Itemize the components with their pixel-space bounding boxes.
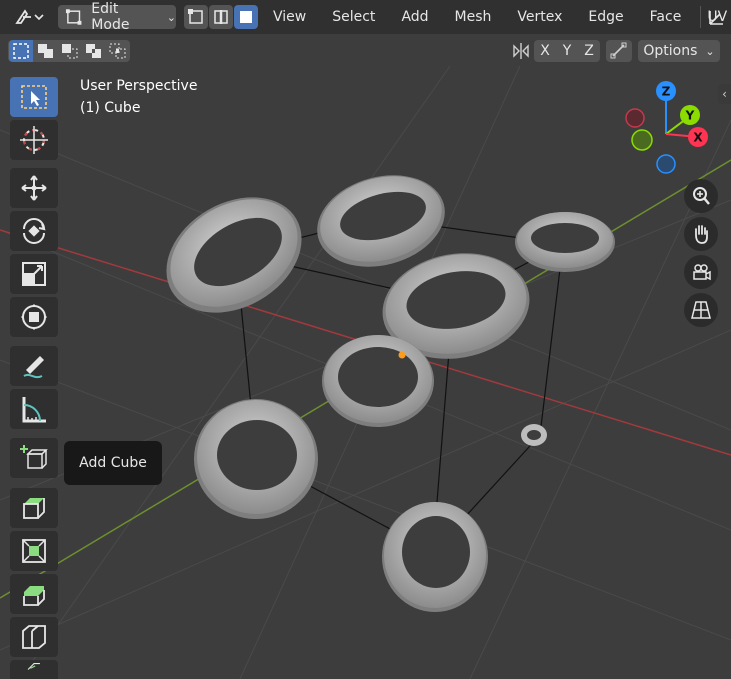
tool-measure[interactable] (10, 389, 58, 429)
move-icon (21, 175, 47, 201)
tool-move[interactable] (10, 168, 58, 208)
mirror-x-button[interactable]: X (534, 40, 556, 62)
menu-view[interactable]: View (265, 9, 314, 25)
transform-pivot-icon[interactable] (706, 7, 726, 27)
select-intersect-icon[interactable] (106, 40, 130, 62)
origin-dot (398, 351, 406, 359)
menu-edge[interactable]: Edge (570, 9, 631, 25)
menu-face[interactable]: Face (632, 9, 690, 25)
vertex-select-button[interactable] (184, 5, 208, 29)
tooltip-text: Add Cube (79, 455, 147, 471)
mirror-y-button[interactable]: Y (556, 40, 578, 62)
tool-loop-cut[interactable] (10, 617, 58, 657)
zoom-icon (693, 187, 710, 205)
object-name: (1) Cube (80, 100, 141, 116)
select-new-icon (13, 43, 29, 59)
knife-icon (27, 663, 40, 670)
tool-scale[interactable] (10, 254, 58, 294)
chevron-down-icon: ⌄ (705, 44, 715, 58)
tool-cursor[interactable] (10, 120, 58, 160)
header-menus: View Select Add Mesh Vertex Edge Face UV (265, 9, 731, 25)
inset-icon (22, 539, 46, 563)
select-new-button[interactable] (9, 40, 33, 62)
edge-mode-icon (214, 10, 228, 24)
torus-1 (166, 197, 302, 313)
extrude-icon (23, 498, 45, 519)
loop-cut-icon (22, 625, 46, 649)
tool-bevel[interactable] (10, 574, 58, 614)
snap-icon (610, 42, 627, 59)
gizmo-neg-y (631, 129, 653, 151)
chevron-down-icon: ⌄ (166, 10, 176, 24)
sidebar-toggle[interactable]: ‹ (718, 84, 731, 104)
options-dropdown[interactable]: Options ⌄ (638, 40, 720, 62)
gizmo-neg-x (625, 108, 645, 128)
torus-5 (322, 335, 434, 427)
tool-annotate[interactable] (10, 346, 58, 386)
gizmo-y-label: Y (685, 109, 695, 123)
camera-view-button[interactable] (684, 255, 718, 289)
face-select-button[interactable] (234, 5, 258, 29)
torus-objects (166, 175, 615, 612)
perspective-toggle-button[interactable] (684, 293, 718, 327)
tool-extrude[interactable] (10, 488, 58, 528)
tooltip: Add Cube (64, 441, 162, 485)
tool-select-box[interactable] (10, 77, 58, 117)
header-bar: Edit Mode ⌄ View Select Add Mesh Vertex … (0, 0, 731, 34)
options-label: Options (643, 43, 698, 59)
gizmo-z-label: Z (662, 85, 671, 99)
editor-type-button[interactable] (6, 5, 52, 29)
snap-toggle[interactable] (606, 40, 632, 62)
select-box-icon (21, 85, 47, 109)
tool-knife[interactable] (10, 660, 58, 679)
face-mode-icon (240, 11, 252, 23)
mirror-icon[interactable] (510, 40, 532, 62)
tool-rotate[interactable] (10, 211, 58, 251)
editor-icon (15, 9, 44, 24)
gizmo-neg-z (656, 154, 676, 174)
pan-button[interactable] (684, 217, 718, 251)
vertex-mode-icon (188, 9, 203, 24)
grid-perspective-icon (691, 301, 711, 319)
edge-select-button[interactable] (209, 5, 233, 29)
select-invert-icon[interactable] (82, 40, 106, 62)
cursor-icon (20, 126, 48, 154)
tool-transform[interactable] (10, 297, 58, 337)
edit-mode-icon (65, 9, 82, 25)
torus-6 (194, 399, 318, 519)
torus-3 (515, 212, 615, 272)
torus-small (521, 424, 547, 446)
rotate-icon (23, 218, 46, 244)
add-cube-icon (20, 445, 48, 469)
menu-mesh[interactable]: Mesh (437, 9, 500, 25)
navigation-gizmo[interactable]: Z Y X (620, 78, 720, 178)
menu-add[interactable]: Add (383, 9, 436, 25)
camera-icon (693, 264, 711, 281)
gizmo-x-label: X (693, 131, 703, 145)
select-extend-icon[interactable] (34, 40, 58, 62)
view-name: User Perspective (80, 78, 198, 94)
scale-icon (22, 262, 46, 286)
menu-vertex[interactable]: Vertex (499, 9, 570, 25)
zoom-button[interactable] (684, 179, 718, 213)
tool-add-cube[interactable] (10, 438, 58, 478)
mode-label: Edit Mode (91, 1, 130, 33)
torus-7 (382, 502, 488, 612)
menu-select[interactable]: Select (314, 9, 383, 25)
bevel-icon (23, 586, 45, 606)
annotate-icon (23, 356, 44, 379)
measure-icon (22, 397, 46, 423)
header-divider (700, 6, 701, 28)
tool-inset[interactable] (10, 531, 58, 571)
mirror-z-button[interactable]: Z (578, 40, 600, 62)
select-subtract-icon[interactable] (58, 40, 82, 62)
transform-icon (21, 304, 47, 330)
hand-icon (695, 225, 708, 244)
mode-dropdown[interactable]: Edit Mode ⌄ (58, 1, 176, 33)
